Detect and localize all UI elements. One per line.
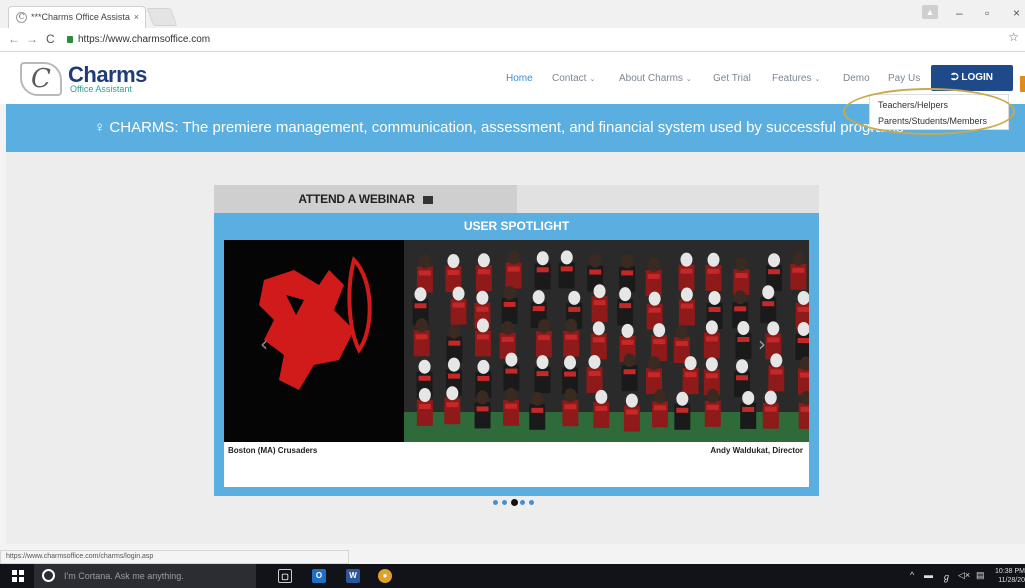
browser-toolbar: ← → C https://www.charmsoffice.com ☆ — [0, 28, 1025, 52]
browser-status-bar: https://www.charmsoffice.com/charms/logi… — [0, 550, 349, 564]
clock-date: 11/28/20 — [998, 577, 1025, 584]
tab-close-icon[interactable]: × — [134, 12, 139, 22]
nav-home-label: Home — [506, 73, 533, 84]
carousel-dot[interactable] — [493, 500, 498, 505]
cortana-search-box[interactable]: I'm Cortana. Ask me anything. — [34, 564, 256, 588]
cortana-placeholder: I'm Cortana. Ask me anything. — [64, 571, 184, 581]
notification-icon[interactable]: ▤ — [976, 570, 985, 581]
nav-get-trial[interactable]: Get Trial — [713, 73, 751, 84]
banner-text: ♀ CHARMS: The premiere management, commu… — [94, 119, 904, 136]
carousel-dot[interactable] — [520, 500, 525, 505]
scroll-marker — [1020, 76, 1025, 92]
minimize-button[interactable]: – — [956, 6, 963, 20]
nav-contact[interactable]: Contact ⌄ — [552, 73, 595, 84]
screen: C ***Charms Office Assista × ▲ – ▫ × ← →… — [0, 0, 1025, 588]
webinar-label: ATTEND A WEBINAR — [298, 192, 415, 206]
new-tab-button[interactable] — [146, 8, 178, 26]
clock-time: 10:38 PM — [995, 568, 1025, 575]
nav-home[interactable]: Home — [506, 73, 533, 84]
nav-trial-label: Get Trial — [713, 73, 751, 84]
word-icon[interactable]: W — [346, 569, 360, 583]
user-spotlight-panel: USER SPOTLIGHT ‹ › Boston (MA) Crusaders… — [214, 213, 819, 496]
carousel-next-icon[interactable]: › — [758, 332, 766, 356]
language-icon[interactable]: ℊ — [942, 570, 951, 583]
nav-features-label: Features — [772, 73, 812, 84]
chevron-down-icon: ⌄ — [589, 76, 596, 83]
banner-tagline: CHARMS: The premiere management, communi… — [109, 119, 904, 136]
charms-logo-icon[interactable]: C — [20, 62, 62, 96]
nav-pay-label: Pay Us — [888, 73, 921, 84]
tab-title: ***Charms Office Assista — [31, 12, 130, 22]
bookmark-star-icon[interactable]: ☆ — [1008, 30, 1019, 44]
close-window-button[interactable]: × — [1013, 6, 1020, 20]
address-url: https://www.charmsoffice.com — [78, 34, 211, 45]
browser-tab[interactable]: C ***Charms Office Assista × — [8, 6, 146, 28]
network-icon[interactable]: ▬ — [924, 570, 933, 580]
carousel-dot[interactable] — [529, 500, 534, 505]
nav-features[interactable]: Features ⌄ — [772, 73, 820, 84]
carousel-prev-icon[interactable]: ‹ — [260, 332, 268, 356]
windows-taskbar: I'm Cortana. Ask me anything. ▢ O W ● ^ … — [0, 564, 1025, 588]
login-icon: ⮊ — [950, 72, 959, 83]
nav-demo-label: Demo — [843, 73, 870, 84]
lock-icon — [67, 36, 73, 43]
nav-contact-label: Contact — [552, 73, 587, 84]
lightbulb-icon: ♀ — [94, 119, 106, 136]
reload-button[interactable]: C — [46, 32, 55, 46]
annotation-highlight-ring — [843, 88, 1015, 135]
browser-tab-strip: C ***Charms Office Assista × ▲ – ▫ × — [0, 0, 1025, 28]
caption-director: Andy Waldukat, Director — [710, 446, 803, 455]
carousel-dot[interactable] — [502, 500, 507, 505]
windows-start-icon[interactable] — [12, 570, 24, 582]
login-label: LOGIN — [961, 72, 994, 83]
chevron-down-icon: ⌄ — [814, 76, 821, 83]
spotlight-title: USER SPOTLIGHT — [463, 219, 570, 233]
chrome-icon[interactable]: ● — [378, 569, 392, 583]
login-button[interactable]: ⮊ LOGIN — [931, 65, 1013, 91]
outlook-icon[interactable]: O — [312, 569, 326, 583]
address-bar[interactable]: https://www.charmsoffice.com — [64, 31, 1016, 49]
cortana-icon — [42, 569, 55, 582]
nav-demo[interactable]: Demo — [843, 73, 870, 84]
nav-pay-us[interactable]: Pay Us — [888, 73, 920, 84]
nav-about-label: About Charms — [619, 73, 683, 84]
profile-icon[interactable]: ▲ — [922, 5, 938, 19]
maximize-button[interactable]: ▫ — [985, 6, 989, 20]
back-button[interactable]: ← — [8, 32, 20, 46]
caption-group-name: Boston (MA) Crusaders — [228, 446, 318, 455]
chevron-down-icon: ⌄ — [685, 76, 692, 83]
tray-chevron-icon[interactable]: ^ — [910, 570, 914, 580]
nav-about-charms[interactable]: About Charms ⌄ — [619, 73, 692, 84]
charms-favicon-icon: C — [16, 12, 27, 23]
webinar-screen-icon — [422, 195, 433, 204]
spotlight-slide: ‹ › — [224, 240, 809, 442]
spotlight-caption: Boston (MA) Crusaders Andy Waldukat, Dir… — [224, 442, 809, 487]
taskbar-clock[interactable]: 10:38 PM 11/28/20 — [990, 567, 1025, 585]
volume-icon[interactable]: ◁× — [958, 570, 970, 581]
logo-subtitle: Office Assistant — [70, 84, 132, 94]
marching-band-photo — [404, 240, 809, 442]
carousel-dot[interactable] — [511, 499, 518, 506]
forward-button[interactable]: → — [26, 32, 38, 46]
attend-webinar-tab[interactable]: ATTEND A WEBINAR — [214, 185, 517, 213]
crusaders-crest-image — [224, 240, 404, 442]
task-view-icon[interactable]: ▢ — [278, 569, 292, 583]
